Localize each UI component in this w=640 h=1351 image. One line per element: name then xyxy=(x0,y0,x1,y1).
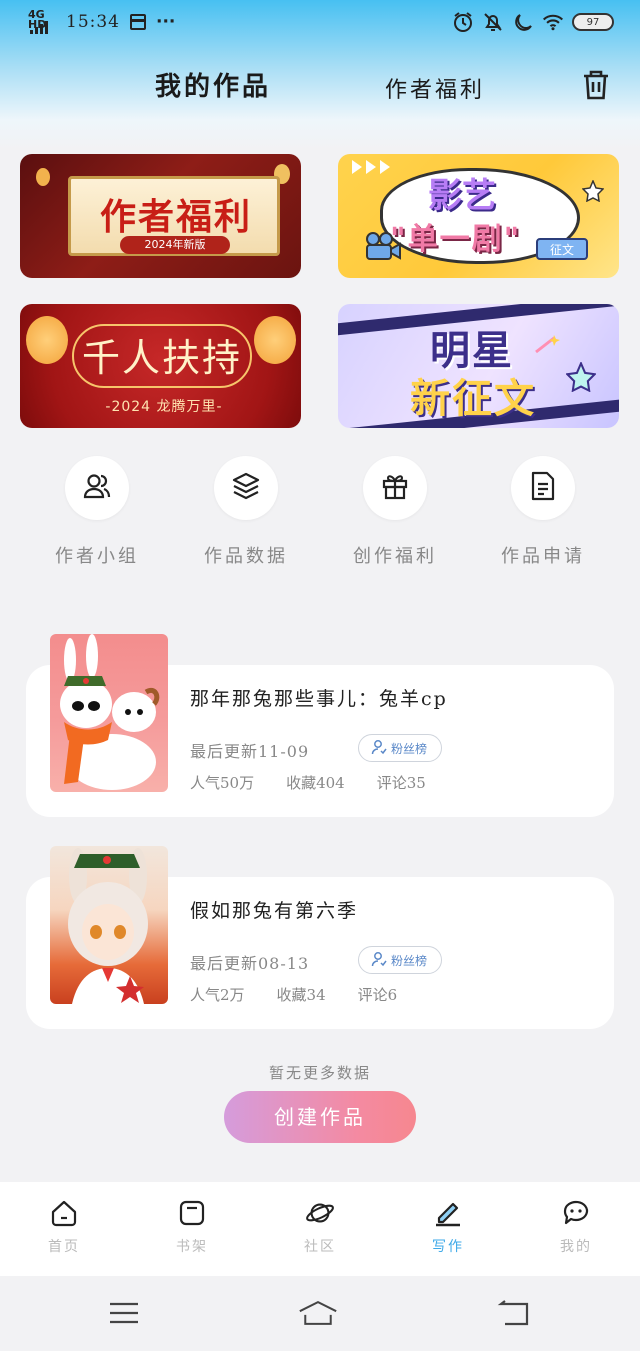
pen-icon xyxy=(433,1198,463,1228)
quick-action-author-group[interactable]: 作者小组 xyxy=(37,456,157,568)
battery-icon: 97 xyxy=(572,13,614,31)
top-header: 我的作品 作者福利 xyxy=(0,60,640,110)
quick-action-creation-benefits[interactable]: 创作福利 xyxy=(335,456,455,568)
chat-bubble-icon xyxy=(561,1198,591,1228)
work-favorites: 收藏34 xyxy=(276,986,326,1004)
banner-title: 千人扶持 xyxy=(72,324,252,388)
status-time: 15:34 xyxy=(66,12,120,32)
banner-star-contest[interactable]: 明星 新征文 xyxy=(338,304,619,428)
status-bar: 4G HD 15:34 ··· 97 xyxy=(0,0,640,46)
banner-title: 影艺 xyxy=(428,176,496,216)
back-icon[interactable] xyxy=(494,1296,534,1330)
star-icon xyxy=(581,179,605,206)
work-last-update: 最后更新11-09 xyxy=(190,742,310,761)
fan-ranking-button[interactable]: 粉丝榜 xyxy=(358,946,443,974)
work-cover-image[interactable] xyxy=(50,846,168,1004)
menu-icon[interactable] xyxy=(104,1296,144,1330)
quick-action-work-data[interactable]: 作品数据 xyxy=(186,456,306,568)
film-camera-icon xyxy=(364,232,402,266)
tab-label: 写作 xyxy=(432,1239,464,1255)
tab-writing[interactable]: 写作 xyxy=(408,1198,488,1256)
banner-title-line2: 新征文 xyxy=(410,376,536,422)
banner-support-program[interactable]: 千人扶持 -2024 龙腾万里- xyxy=(20,304,301,428)
work-title[interactable]: 假如那兔有第六季 xyxy=(190,896,358,923)
create-work-button[interactable]: 创建作品 xyxy=(224,1091,416,1143)
work-favorites: 收藏404 xyxy=(286,774,345,792)
quick-action-label: 作者小组 xyxy=(55,546,139,567)
signal-icon: 4G HD xyxy=(28,9,56,34)
users-icon xyxy=(81,470,113,506)
mute-bell-icon xyxy=(482,11,504,33)
no-more-data-text: 暂无更多数据 xyxy=(268,1064,371,1082)
work-comments: 评论35 xyxy=(376,774,426,792)
sparkle-icon xyxy=(534,334,560,358)
tab-mine[interactable]: 我的 xyxy=(536,1198,616,1256)
fan-ranking-label: 粉丝榜 xyxy=(391,741,428,756)
work-stats: 人气50万 收藏404 评论35 xyxy=(190,772,426,793)
lantern-icon xyxy=(254,316,296,364)
lantern-icon xyxy=(26,316,68,364)
tab-label: 社区 xyxy=(304,1239,336,1255)
play-icon xyxy=(352,160,362,174)
moon-icon xyxy=(512,11,534,33)
banner-subtitle: 2024年新版 xyxy=(120,236,230,254)
trash-icon[interactable] xyxy=(580,68,612,102)
fan-ranking-button[interactable]: 粉丝榜 xyxy=(358,734,443,762)
banner-title-line2: "单一剧" xyxy=(390,222,522,257)
tab-community[interactable]: 社区 xyxy=(280,1198,360,1256)
tab-my-works[interactable]: 我的作品 xyxy=(155,66,271,103)
play-icon xyxy=(366,160,376,174)
planet-icon xyxy=(305,1198,335,1228)
work-cover-image[interactable] xyxy=(50,634,168,792)
work-title[interactable]: 那年那兔那些事儿：兔羊cp xyxy=(190,684,448,711)
banner-film-contest[interactable]: 影艺 "单一剧" 征文 xyxy=(338,154,619,278)
work-stats: 人气2万 收藏34 评论6 xyxy=(190,984,397,1005)
user-icon xyxy=(371,951,387,970)
work-popularity: 人气2万 xyxy=(190,986,245,1004)
quick-action-label: 作品数据 xyxy=(204,546,288,567)
system-navigation-bar xyxy=(0,1276,640,1351)
banner-author-benefits[interactable]: 作者福利 2024年新版 xyxy=(20,154,301,278)
quick-action-label: 创作福利 xyxy=(353,546,437,567)
star-icon xyxy=(565,360,597,396)
layers-icon xyxy=(230,470,262,506)
play-icon xyxy=(380,160,390,174)
home-icon xyxy=(49,1198,79,1228)
alarm-icon xyxy=(452,11,474,33)
lantern-icon xyxy=(36,168,50,186)
tab-label: 首页 xyxy=(48,1239,80,1255)
tab-author-benefits[interactable]: 作者福利 xyxy=(385,72,485,104)
tab-label: 我的 xyxy=(560,1239,592,1255)
bottom-tab-bar: 首页 书架 社区 写作 我的 xyxy=(0,1182,640,1276)
work-comments: 评论6 xyxy=(357,986,398,1004)
banner-subtitle: -2024 龙腾万里- xyxy=(105,399,223,415)
fan-ranking-label: 粉丝榜 xyxy=(391,953,428,968)
contest-tag: 征文 xyxy=(536,238,588,260)
gift-icon xyxy=(380,471,410,505)
quick-action-work-application[interactable]: 作品申请 xyxy=(483,456,603,568)
more-icon: ··· xyxy=(156,12,176,32)
tab-home[interactable]: 首页 xyxy=(24,1198,104,1256)
wifi-icon xyxy=(542,11,564,33)
quick-action-label: 作品申请 xyxy=(501,546,585,567)
tab-bookshelf[interactable]: 书架 xyxy=(152,1198,232,1256)
work-last-update: 最后更新08-13 xyxy=(190,954,310,973)
user-icon xyxy=(371,739,387,758)
tab-label: 书架 xyxy=(176,1239,208,1255)
work-popularity: 人气50万 xyxy=(190,774,255,792)
bookshelf-icon xyxy=(177,1198,207,1228)
calendar-icon xyxy=(130,14,146,30)
document-icon xyxy=(528,470,558,506)
banner-title: 作者福利 xyxy=(99,196,252,238)
home-nav-icon[interactable] xyxy=(298,1296,338,1330)
